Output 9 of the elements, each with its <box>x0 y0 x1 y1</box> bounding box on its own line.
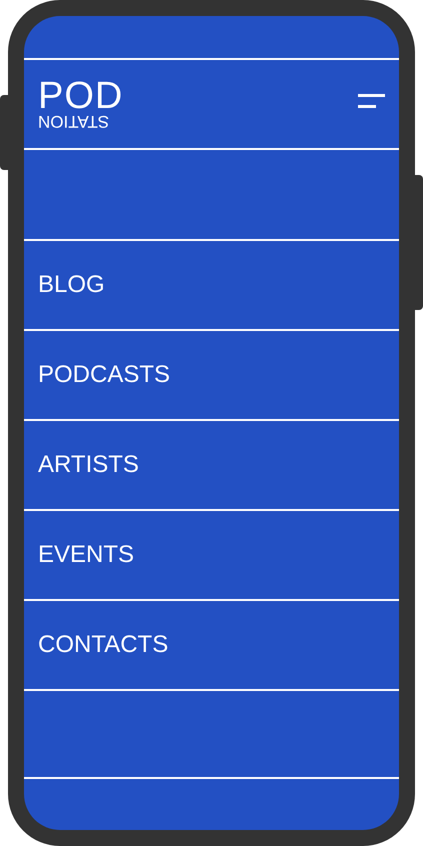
menu-item[interactable]: EVENTS <box>24 509 399 599</box>
logo[interactable]: POD STATION <box>38 79 124 129</box>
menu-item[interactable]: BLOG <box>24 239 399 329</box>
logo-subtitle: STATION <box>38 113 110 129</box>
menu-item[interactable]: ARTISTS <box>24 419 399 509</box>
menu-icon[interactable] <box>358 94 385 108</box>
logo-title: POD <box>38 79 124 113</box>
menu-item[interactable]: PODCASTS <box>24 329 399 419</box>
menu-item[interactable]: CONTACTS <box>24 599 399 689</box>
